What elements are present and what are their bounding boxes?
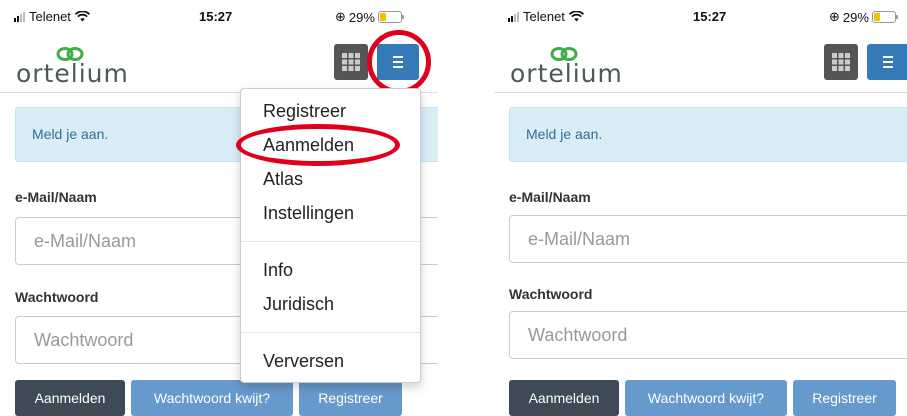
register-button[interactable]: Registreer bbox=[299, 380, 402, 416]
battery-level bbox=[379, 13, 387, 21]
orientation-lock-icon: ⊕ bbox=[829, 9, 840, 24]
forgot-password-button[interactable]: Wachtwoord kwijt? bbox=[625, 380, 787, 416]
menu-item-info[interactable]: Info bbox=[263, 260, 293, 281]
orientation-lock-icon: ⊕ bbox=[335, 9, 346, 24]
battery-level bbox=[873, 13, 881, 21]
forgot-password-button[interactable]: Wachtwoord kwijt? bbox=[131, 380, 293, 416]
grid-icon bbox=[832, 53, 850, 71]
hamburger-icon bbox=[883, 56, 893, 71]
grid-button[interactable] bbox=[334, 44, 368, 80]
status-bar: Telenet 15:27 ⊕ 29% bbox=[494, 0, 907, 30]
login-button[interactable]: Aanmelden bbox=[509, 380, 619, 416]
menu-toggle-button[interactable] bbox=[867, 44, 907, 80]
logo-text: ortelium bbox=[16, 59, 129, 88]
grid-button[interactable] bbox=[824, 44, 858, 80]
battery-percentage: 29% bbox=[348, 9, 375, 25]
status-time: 15:27 bbox=[199, 9, 233, 24]
grid-icon bbox=[342, 53, 360, 71]
battery-percentage: 29% bbox=[842, 9, 869, 25]
menu-item-juridisch[interactable]: Juridisch bbox=[263, 294, 334, 315]
menu-divider bbox=[241, 241, 420, 242]
logo-text: ortelium bbox=[510, 59, 623, 88]
carrier-name: Telenet bbox=[29, 9, 71, 24]
highlight-circle-menu bbox=[367, 30, 431, 94]
wifi-icon bbox=[74, 11, 90, 22]
email-label: e-Mail/Naam bbox=[15, 189, 97, 205]
header-divider bbox=[494, 92, 907, 93]
register-button[interactable]: Registreer bbox=[793, 380, 896, 416]
menu-item-instellingen[interactable]: Instellingen bbox=[263, 203, 354, 224]
menu-divider bbox=[241, 332, 420, 333]
status-bar: Telenet 15:27 ⊕ 29% bbox=[0, 0, 438, 30]
carrier-name: Telenet bbox=[523, 9, 565, 24]
signal-icon bbox=[508, 11, 519, 22]
email-label: e-Mail/Naam bbox=[509, 189, 591, 205]
signal-icon bbox=[14, 11, 25, 22]
password-label: Wachtwoord bbox=[509, 286, 593, 302]
password-label: Wachtwoord bbox=[15, 289, 99, 305]
screenshot-left: Telenet 15:27 ⊕ 29% ortelium Meld je aan… bbox=[0, 0, 438, 416]
screenshot-right: Telenet 15:27 ⊕ 29% ortelium Meld je aan… bbox=[494, 0, 907, 416]
menu-item-atlas[interactable]: Atlas bbox=[263, 169, 303, 190]
battery-icon bbox=[871, 11, 898, 23]
highlight-ellipse-aanmelden bbox=[236, 124, 400, 166]
wifi-icon bbox=[568, 11, 584, 22]
menu-item-registreer[interactable]: Registreer bbox=[263, 101, 346, 122]
battery-icon bbox=[377, 11, 404, 23]
status-time: 15:27 bbox=[693, 9, 727, 24]
ortelium-logo[interactable]: ortelium bbox=[510, 46, 623, 88]
login-button[interactable]: Aanmelden bbox=[15, 380, 125, 416]
email-input[interactable] bbox=[509, 215, 907, 263]
login-alert: Meld je aan. bbox=[509, 107, 907, 162]
password-input[interactable] bbox=[509, 311, 907, 359]
menu-item-verversen[interactable]: Verversen bbox=[263, 351, 344, 372]
ortelium-logo[interactable]: ortelium bbox=[16, 46, 129, 88]
